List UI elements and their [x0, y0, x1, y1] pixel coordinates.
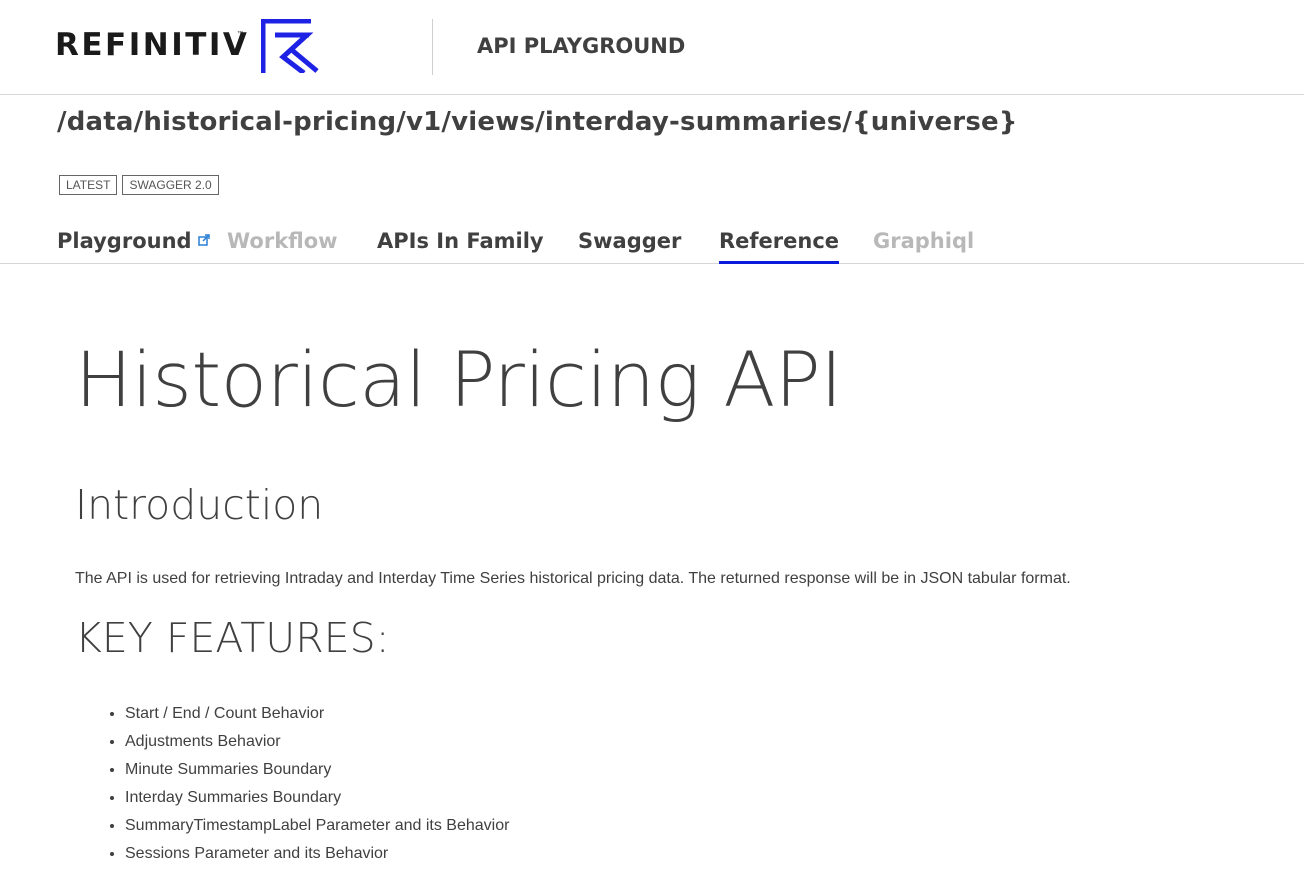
tab-playground-label: Playground: [57, 229, 192, 253]
list-item: Start / End / Count Behavior: [125, 700, 509, 728]
list-item: Adjustments Behavior: [125, 728, 509, 756]
introduction-text: The API is used for retrieving Intraday …: [75, 570, 1071, 587]
key-features-heading: KEY FEATURES:: [75, 614, 390, 662]
header-divider: [432, 19, 433, 75]
list-item: Interday Summaries Boundary: [125, 784, 509, 812]
swagger-version-badge: SWAGGER 2.0: [122, 175, 219, 195]
introduction-heading: Introduction: [75, 481, 324, 529]
list-item: Sessions Parameter and its Behavior: [125, 840, 509, 868]
app-title[interactable]: API PLAYGROUND: [477, 33, 685, 59]
tab-apis-in-family[interactable]: APIs In Family: [377, 227, 544, 255]
endpoint-path: /data/historical-pricing/v1/views/interd…: [57, 107, 1018, 137]
trademark-symbol: ™: [237, 31, 243, 37]
tab-playground[interactable]: Playground: [57, 227, 210, 255]
external-link-icon: [197, 234, 210, 246]
tab-bar: Playground Workflow APIs In Family Swagg…: [0, 222, 1304, 264]
page-title: Historical Pricing API: [75, 335, 843, 424]
tab-swagger[interactable]: Swagger: [578, 227, 681, 255]
reference-content: Historical Pricing API Introduction The …: [75, 330, 1255, 862]
latest-badge: LATEST: [59, 175, 118, 195]
list-item: Minute Summaries Boundary: [125, 756, 509, 784]
tab-graphiql[interactable]: Graphiql: [873, 227, 974, 255]
badge-group: LATEST SWAGGER 2.0: [59, 175, 219, 195]
refinitiv-logo-text[interactable]: REFINITIV: [55, 26, 249, 64]
list-item: SummaryTimestampLabel Parameter and its …: [125, 812, 509, 840]
key-features-list: Start / End / Count Behavior Adjustments…: [75, 700, 509, 868]
tab-reference[interactable]: Reference: [719, 227, 840, 264]
tab-workflow[interactable]: Workflow: [227, 227, 338, 255]
refinitiv-logo-icon[interactable]: [261, 19, 319, 73]
top-header: REFINITIV ™ API PLAYGROUND: [0, 0, 1304, 95]
